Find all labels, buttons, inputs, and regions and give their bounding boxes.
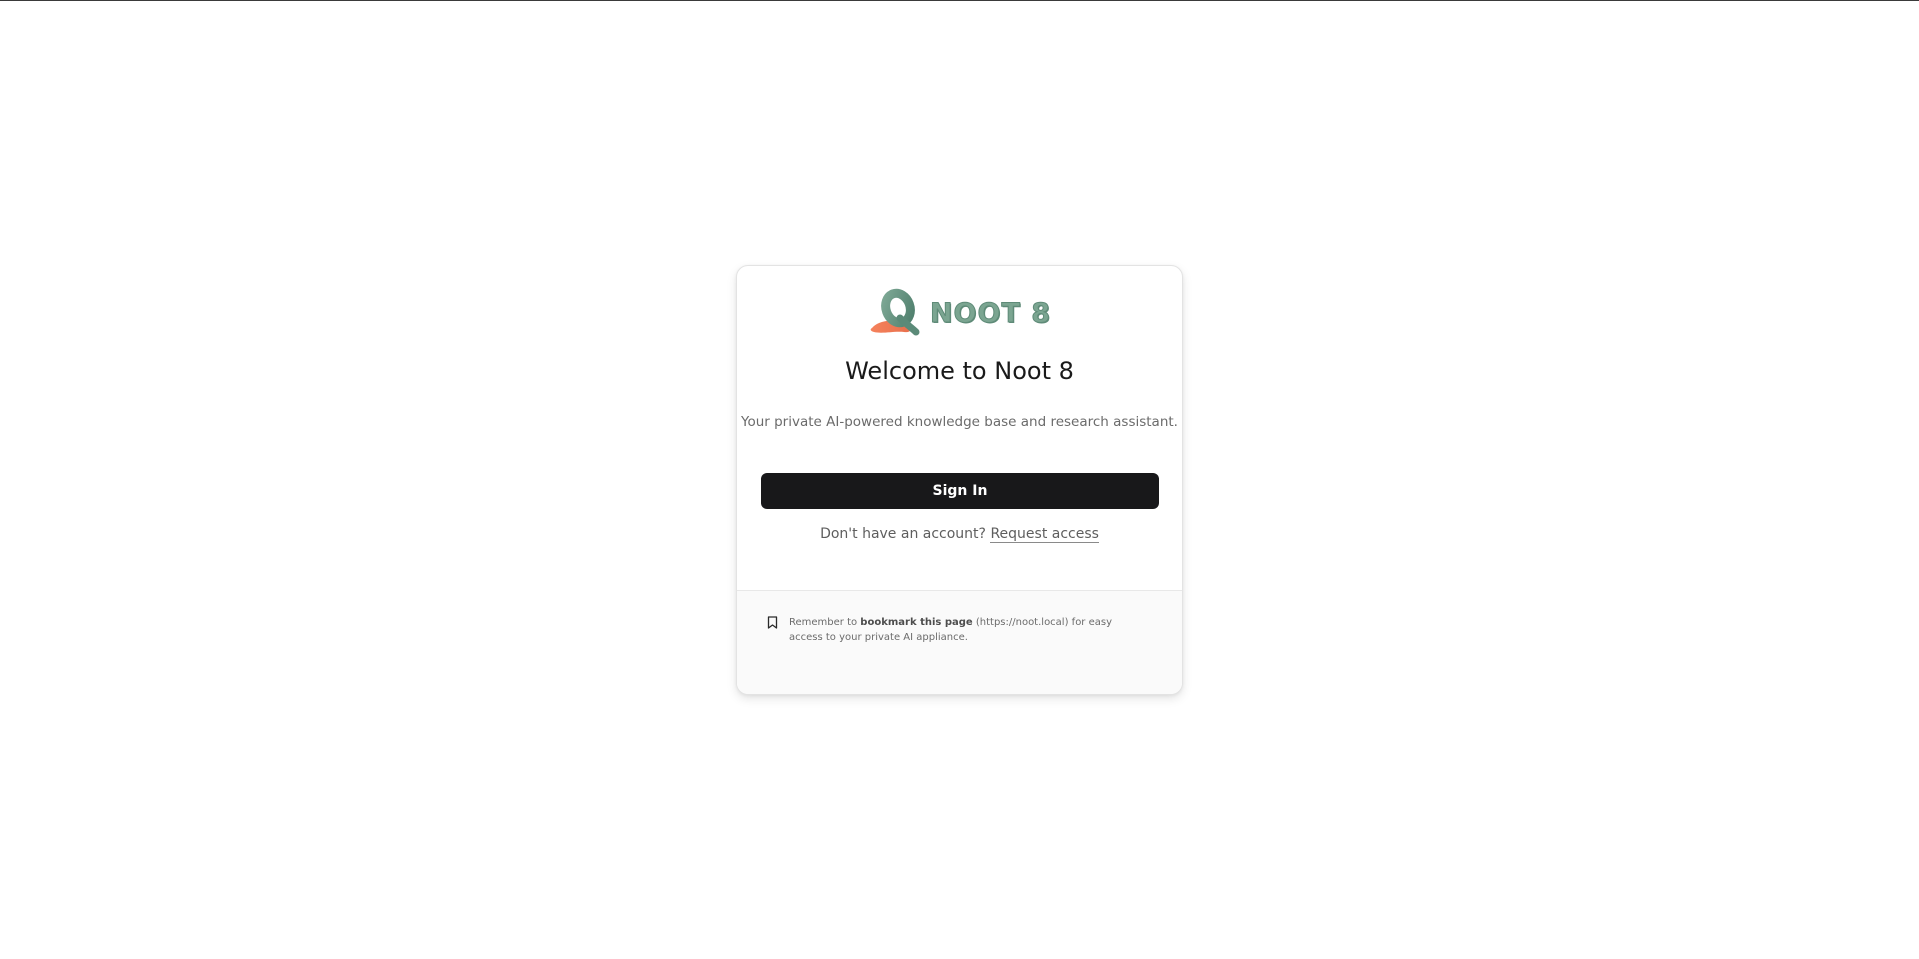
page-subtitle: Your private AI-powered knowledge base a… — [741, 414, 1178, 430]
login-card-body: NOOT 8 Welcome to Noot 8 Your private AI… — [737, 266, 1182, 592]
note-text-before: Remember to — [789, 617, 861, 628]
bookmark-icon — [767, 616, 778, 629]
logo-wordmark: NOOT 8 — [929, 297, 1052, 329]
no-account-text: Don't have an account? — [820, 526, 986, 542]
bookmark-note-text: Remember to bookmark this page (https://… — [789, 615, 1146, 645]
request-access-link[interactable]: Request access — [990, 526, 1099, 543]
bookmark-notice: Remember to bookmark this page (https://… — [737, 590, 1182, 694]
noot-logo-icon — [870, 288, 920, 336]
login-page: NOOT 8 Welcome to Noot 8 Your private AI… — [0, 0, 1919, 959]
login-card: NOOT 8 Welcome to Noot 8 Your private AI… — [736, 265, 1183, 695]
note-text-bold: bookmark this page — [860, 617, 973, 628]
request-access-line: Don't have an account? Request access — [737, 526, 1182, 543]
sign-in-button[interactable]: Sign In — [761, 473, 1159, 509]
page-title: Welcome to Noot 8 — [845, 357, 1074, 385]
bookmark-note: Remember to bookmark this page (https://… — [767, 615, 1146, 645]
brand-logo: NOOT 8 — [737, 288, 1182, 336]
